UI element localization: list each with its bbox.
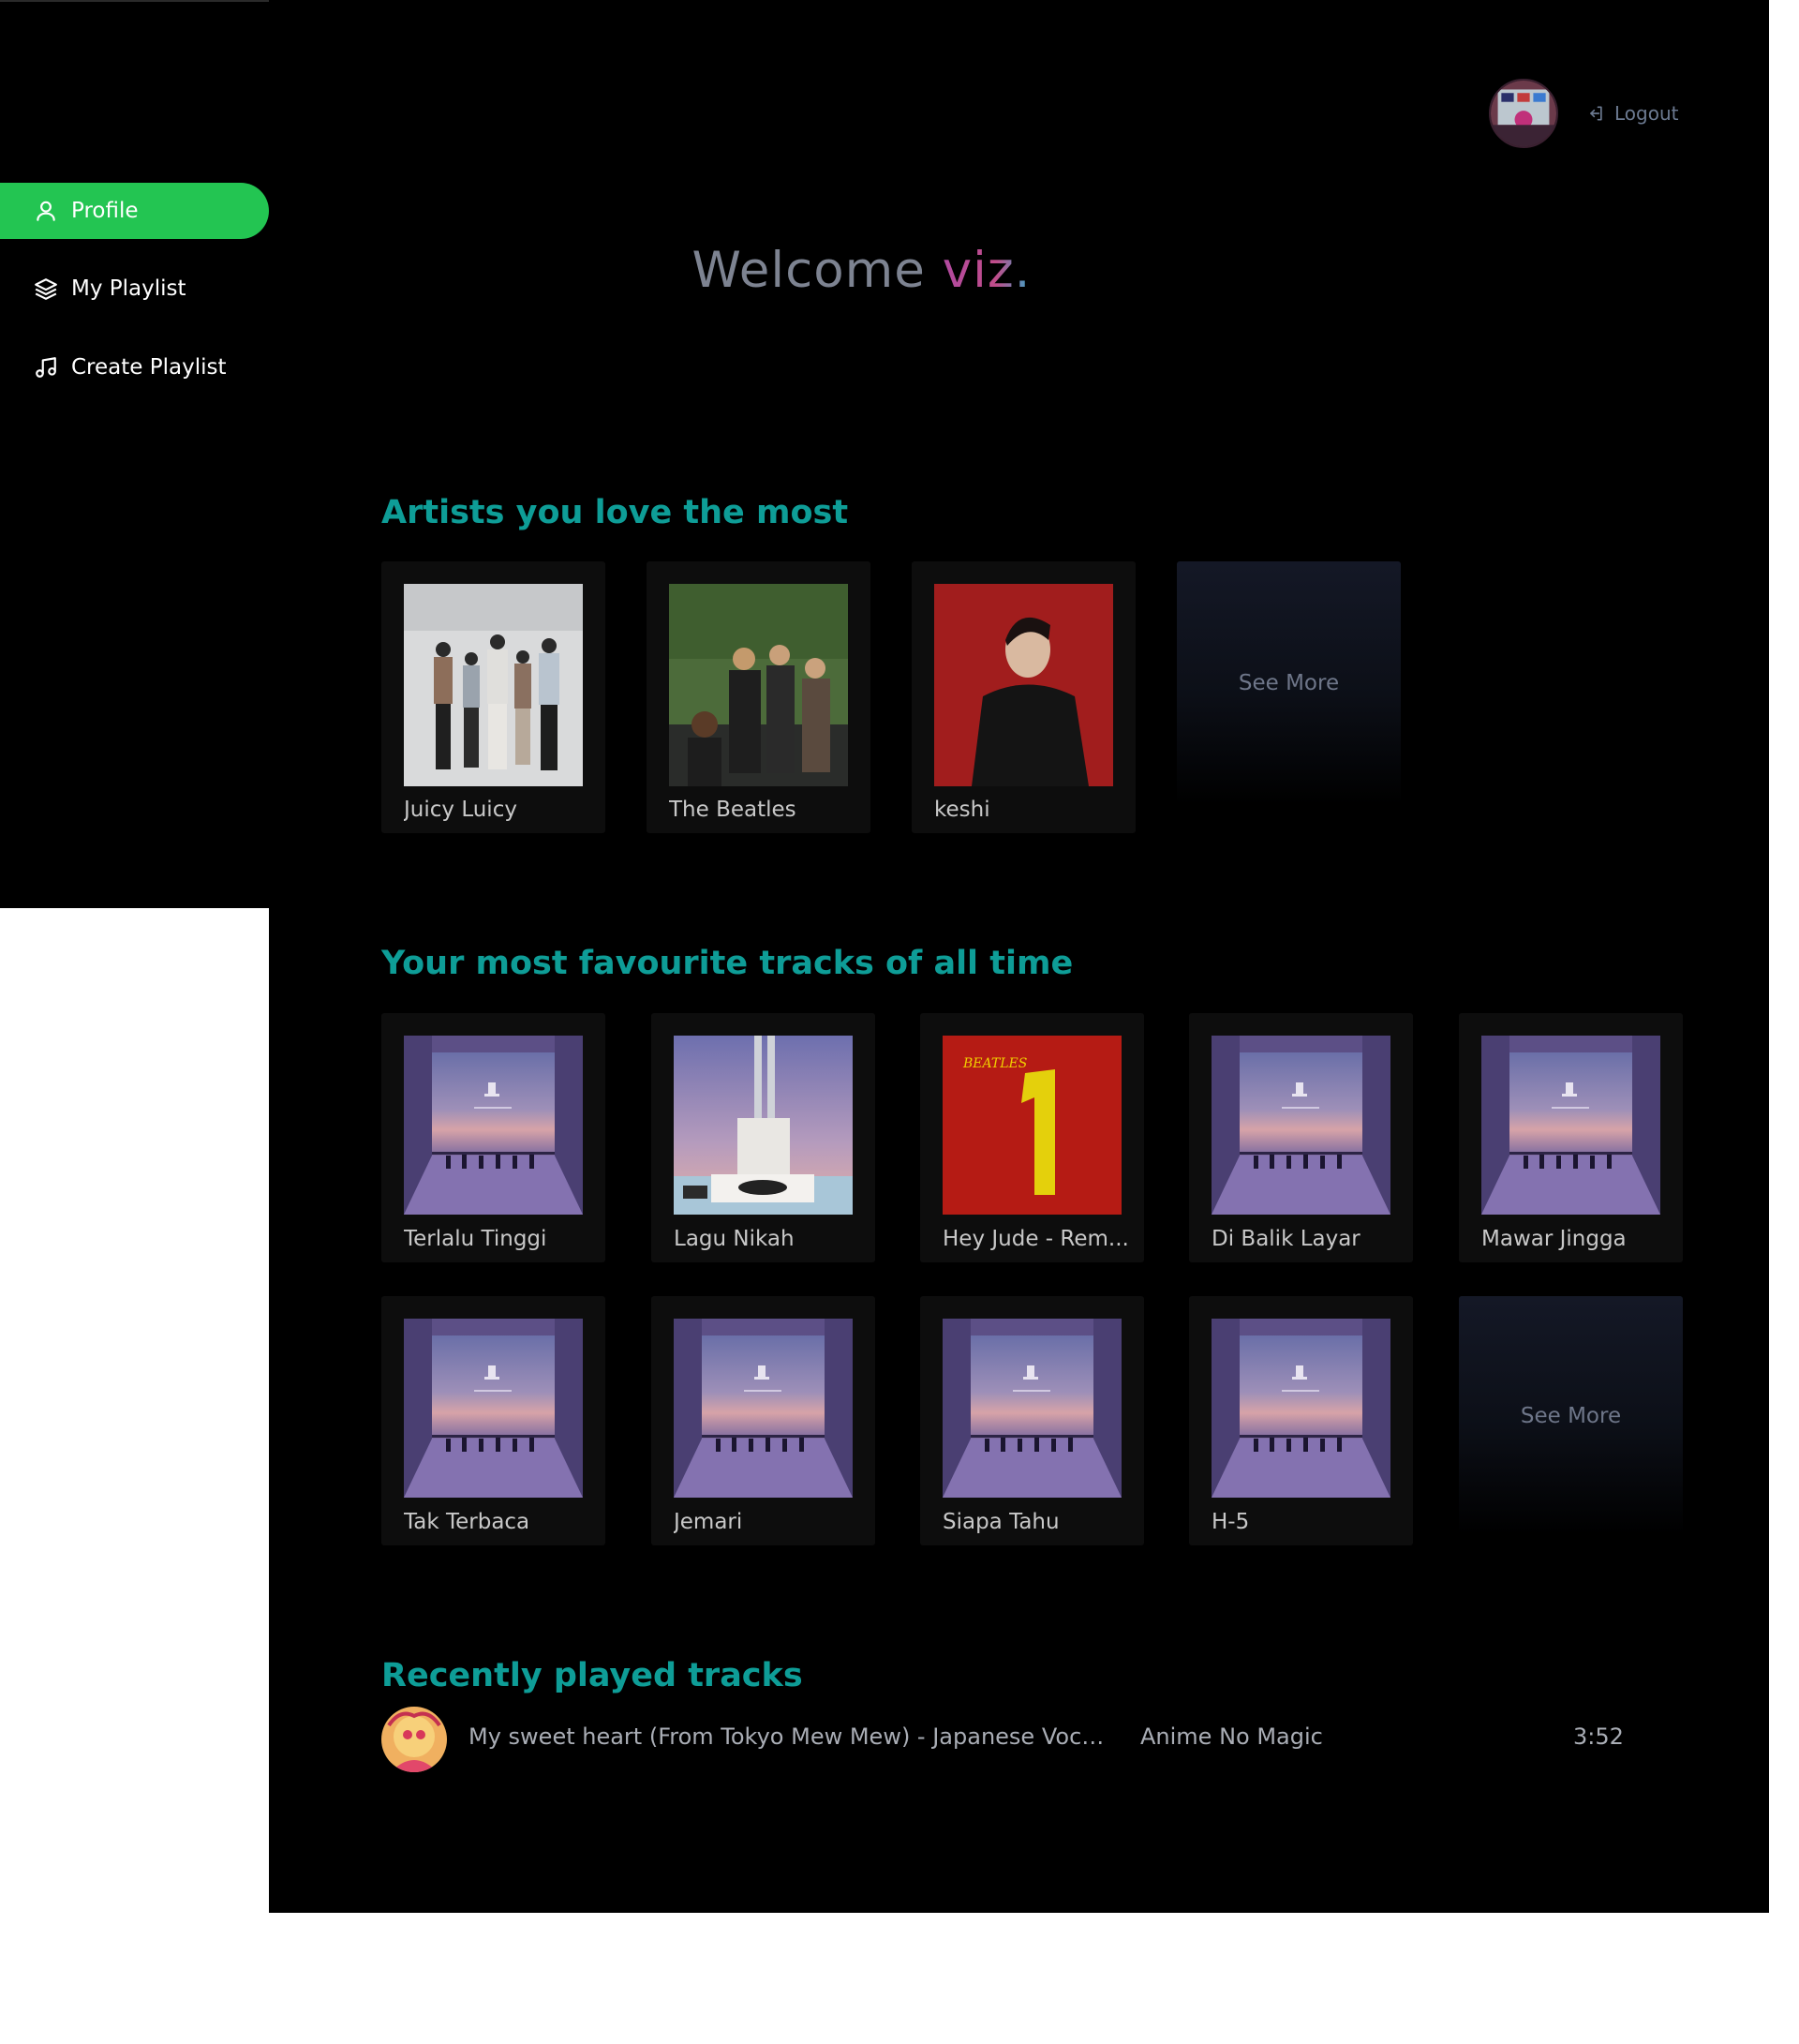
sidebar-top-line xyxy=(0,0,269,2)
sidebar-item-label: My Playlist xyxy=(71,276,186,301)
welcome-heading: Welcome viz. xyxy=(269,242,1454,299)
track-cover xyxy=(404,1036,583,1215)
track-name: Terlalu Tinggi xyxy=(404,1227,547,1251)
track-card[interactable]: Hey Jude - Rem... xyxy=(920,1013,1144,1262)
welcome-username: viz. xyxy=(942,242,1032,299)
track-card[interactable]: H-5 xyxy=(1189,1296,1413,1545)
avatar[interactable] xyxy=(1489,79,1558,148)
track-name: Hey Jude - Rem... xyxy=(943,1227,1129,1251)
track-card[interactable]: Di Balik Layar xyxy=(1189,1013,1413,1262)
artist-image xyxy=(669,584,848,786)
artist-name: The Beatles xyxy=(669,798,796,822)
sidebar-item-create-playlist[interactable]: Create Playlist xyxy=(0,339,269,395)
artist-name: Juicy Luicy xyxy=(404,798,517,822)
recent-track-artist: Anime No Magic xyxy=(1140,1723,1323,1750)
track-card[interactable]: Tak Terbaca xyxy=(381,1296,605,1545)
main-content: Logout Welcome viz. Artists you love the… xyxy=(269,0,1769,1913)
track-cover xyxy=(1212,1319,1390,1498)
artists-section-title: Artists you love the most xyxy=(381,494,849,531)
sidebar-item-label: Create Playlist xyxy=(71,355,227,380)
track-card[interactable]: Mawar Jingga xyxy=(1459,1013,1683,1262)
artist-card[interactable]: keshi xyxy=(912,561,1136,833)
see-more-label: See More xyxy=(1238,671,1340,695)
welcome-prefix: Welcome xyxy=(691,242,926,299)
sidebar-item-label: Profile xyxy=(71,199,139,223)
artist-image xyxy=(934,584,1113,786)
layers-icon xyxy=(34,276,58,301)
recent-section-title: Recently played tracks xyxy=(381,1657,803,1694)
track-card[interactable]: Siapa Tahu xyxy=(920,1296,1144,1545)
artist-image xyxy=(404,584,583,786)
track-card[interactable]: Jemari xyxy=(651,1296,875,1545)
track-name: Tak Terbaca xyxy=(404,1510,530,1534)
see-more-label: See More xyxy=(1520,1403,1622,1428)
logout-label: Logout xyxy=(1614,102,1679,125)
artist-card[interactable]: Juicy Luicy xyxy=(381,561,605,833)
artist-card[interactable]: The Beatles xyxy=(647,561,870,833)
track-cover xyxy=(943,1319,1122,1498)
sidebar-item-my-playlist[interactable]: My Playlist xyxy=(0,261,269,317)
track-card[interactable]: Lagu Nikah xyxy=(651,1013,875,1262)
tracks-section-title: Your most favourite tracks of all time xyxy=(381,945,1074,982)
artist-name: keshi xyxy=(934,798,990,822)
artists-see-more-button[interactable]: See More xyxy=(1177,561,1401,805)
track-name: H-5 xyxy=(1212,1510,1250,1534)
music-note-icon xyxy=(34,355,58,380)
sidebar-item-profile[interactable]: Profile xyxy=(0,183,269,239)
track-name: Mawar Jingga xyxy=(1481,1227,1627,1251)
tracks-see-more-button[interactable]: See More xyxy=(1459,1296,1683,1535)
track-name: Di Balik Layar xyxy=(1212,1227,1360,1251)
track-cover xyxy=(1481,1036,1660,1215)
track-cover xyxy=(1212,1036,1390,1215)
track-name: Siapa Tahu xyxy=(943,1510,1060,1534)
track-cover xyxy=(404,1319,583,1498)
track-cover xyxy=(674,1319,853,1498)
recent-track-cover xyxy=(381,1707,447,1772)
recent-track-title: My sweet heart (From Tokyo Mew Mew) - Ja… xyxy=(468,1723,1106,1750)
recent-track-duration: 3:52 xyxy=(1573,1723,1624,1750)
user-icon xyxy=(34,199,58,223)
logout-button[interactable]: Logout xyxy=(1586,99,1678,127)
track-card[interactable]: Terlalu Tinggi xyxy=(381,1013,605,1262)
track-cover xyxy=(674,1036,853,1215)
track-name: Lagu Nikah xyxy=(674,1227,795,1251)
recent-track-row[interactable]: My sweet heart (From Tokyo Mew Mew) - Ja… xyxy=(381,1707,1665,1772)
sidebar: Profile My Playlist Create Playlist xyxy=(0,0,269,908)
logout-icon xyxy=(1586,104,1605,123)
track-cover xyxy=(943,1036,1122,1215)
track-name: Jemari xyxy=(674,1510,743,1534)
